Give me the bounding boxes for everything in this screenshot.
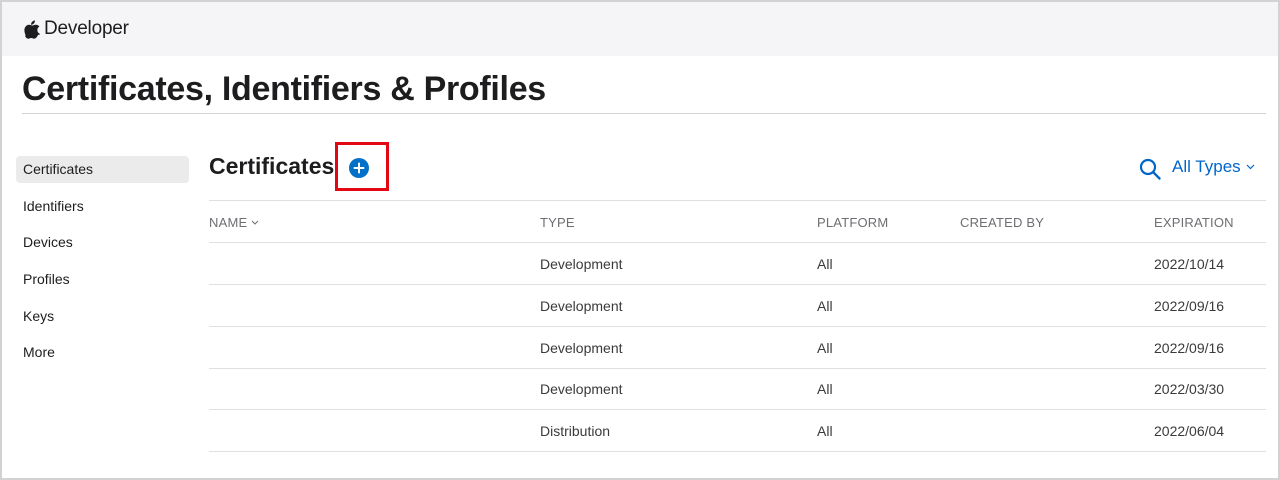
cell-platform: All [817, 298, 833, 314]
cell-expiration: 2022/10/14 [1154, 256, 1225, 272]
cell-type: Distribution [540, 423, 611, 439]
sidebar-item-more[interactable]: More [16, 339, 189, 366]
type-filter-label: All Types [1172, 157, 1241, 176]
cell-platform: All [817, 381, 833, 397]
cell-expiration: 2022/06/04 [1154, 423, 1225, 439]
column-header-platform[interactable]: PLATFORM [817, 215, 888, 230]
sidebar-item-certificates[interactable]: Certificates [16, 156, 189, 183]
search-icon [1139, 158, 1161, 180]
column-header-name-label: NAME [209, 215, 248, 230]
table-row[interactable]: Development All 2022/10/14 [209, 243, 1266, 285]
cell-expiration: 2022/03/30 [1154, 381, 1225, 397]
column-header-type[interactable]: TYPE [540, 215, 575, 230]
table-row[interactable]: Development All 2022/03/30 [209, 368, 1266, 410]
table-row[interactable]: Distribution All 2022/06/04 [209, 410, 1266, 452]
highlight-annotation-box [335, 142, 389, 191]
page-title: Certificates, Identifiers & Profiles [22, 70, 546, 108]
table-row[interactable]: Development All 2022/09/16 [209, 285, 1266, 327]
row-divider [209, 451, 1266, 452]
column-header-created-by[interactable]: CREATED BY [960, 215, 1044, 230]
table-row[interactable]: Development All 2022/09/16 [209, 327, 1266, 369]
cell-expiration: 2022/09/16 [1154, 340, 1225, 356]
section-title: Certificates [209, 153, 335, 179]
cell-platform: All [817, 423, 833, 439]
table-top-divider [209, 200, 1266, 201]
cell-platform: All [817, 340, 833, 356]
chevron-down-icon [1246, 164, 1255, 170]
search-button[interactable] [1138, 157, 1162, 181]
cell-type: Development [540, 256, 623, 272]
brand-label: Developer [44, 18, 129, 39]
column-header-name[interactable]: NAME [209, 215, 259, 230]
sidebar-item-identifiers[interactable]: Identifiers [16, 193, 189, 220]
sidebar-item-devices[interactable]: Devices [16, 229, 189, 256]
cell-platform: All [817, 256, 833, 272]
cell-type: Development [540, 381, 623, 397]
global-nav: Developer [2, 2, 1278, 56]
type-filter-dropdown[interactable]: All Types [1172, 157, 1255, 177]
developer-home-link[interactable]: Developer [24, 18, 129, 40]
sidebar-item-profiles[interactable]: Profiles [16, 266, 189, 293]
sidebar-item-keys[interactable]: Keys [16, 303, 189, 330]
title-divider [22, 113, 1266, 114]
cell-type: Development [540, 298, 623, 314]
cell-type: Development [540, 340, 623, 356]
apple-logo-icon [24, 19, 40, 39]
column-header-expiration[interactable]: EXPIRATION [1154, 215, 1234, 230]
chevron-down-icon [252, 220, 259, 225]
cell-expiration: 2022/09/16 [1154, 298, 1225, 314]
sidebar: Certificates Identifiers Devices Profile… [16, 156, 189, 376]
